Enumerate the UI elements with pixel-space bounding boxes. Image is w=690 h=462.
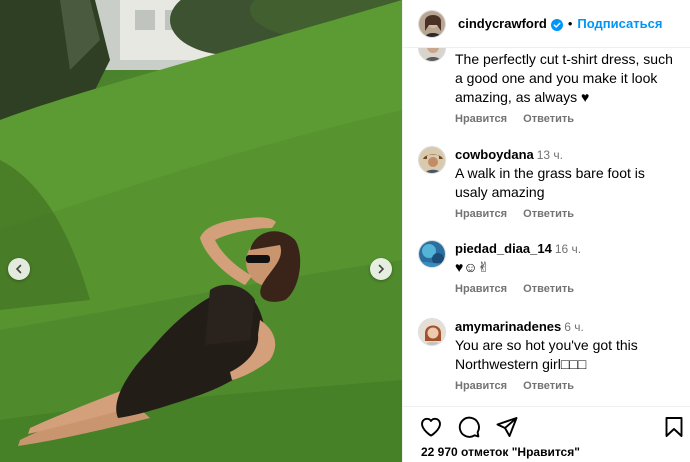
comment-like-button[interactable]: Нравится xyxy=(455,208,507,220)
comment-actions: Нравится Ответить xyxy=(455,380,681,392)
comment-text: You are so hot you've got this Northwest… xyxy=(455,337,638,372)
post-action-bar: 22 970 отметок "Нравится" xyxy=(403,406,690,462)
commenter-username[interactable]: cowboydana xyxy=(455,147,534,162)
comment-reply-button[interactable]: Ответить xyxy=(523,283,574,295)
comment-time[interactable]: 6 ч. xyxy=(564,320,584,334)
post-photo[interactable] xyxy=(0,0,402,462)
commenter-username[interactable]: amymarinadenes xyxy=(455,319,561,334)
commenter-avatar[interactable] xyxy=(418,318,446,346)
next-photo-button[interactable] xyxy=(370,258,392,280)
comment-reply-button[interactable]: Ответить xyxy=(523,208,574,220)
comments-list[interactable]: The perfectly cut t-shirt dress, such a … xyxy=(403,48,690,406)
comment-text: ♥☺✌ xyxy=(455,259,490,275)
comment-text: A walk in the grass bare foot is usaly a… xyxy=(455,165,645,200)
likes-count[interactable]: 22 970 отметок "Нравится" xyxy=(421,445,580,459)
photo-scene xyxy=(0,0,402,462)
comment-reply-button[interactable]: Ответить xyxy=(523,113,574,125)
commenter-avatar[interactable] xyxy=(418,240,446,268)
verified-badge-icon xyxy=(550,18,563,31)
heart-icon[interactable] xyxy=(419,415,443,439)
comment-actions: Нравится Ответить xyxy=(455,113,681,125)
author-username[interactable]: cindycrawford xyxy=(458,16,547,31)
commenter-username[interactable]: piedad_diaa_14 xyxy=(455,241,552,256)
comment-like-button[interactable]: Нравится xyxy=(455,283,507,295)
comment-actions: Нравится Ответить xyxy=(455,283,681,295)
commenter-avatar[interactable] xyxy=(418,48,446,62)
comment-icon[interactable] xyxy=(457,415,481,439)
chevron-right-icon xyxy=(378,264,385,274)
comment-like-button[interactable]: Нравится xyxy=(455,113,507,125)
chevron-left-icon xyxy=(15,264,22,274)
comment-like-button[interactable]: Нравится xyxy=(455,380,507,392)
prev-photo-button[interactable] xyxy=(8,258,30,280)
action-icons xyxy=(419,415,533,439)
post-header: cindycrawford • Подписаться xyxy=(403,0,690,48)
comment-time[interactable]: 13 ч. xyxy=(537,148,563,162)
commenter-avatar[interactable] xyxy=(418,146,446,174)
comment-time[interactable]: 16 ч. xyxy=(555,242,581,256)
comment-text: The perfectly cut t-shirt dress, such a … xyxy=(455,51,673,105)
separator-dot: • xyxy=(567,16,573,31)
post-side-panel: cindycrawford • Подписаться The perfectl… xyxy=(402,0,690,462)
follow-button[interactable]: Подписаться xyxy=(577,16,662,31)
comment-reply-button[interactable]: Ответить xyxy=(523,380,574,392)
author-avatar[interactable] xyxy=(418,9,446,38)
share-icon[interactable] xyxy=(495,415,519,439)
comment-actions: Нравится Ответить xyxy=(455,208,681,220)
bookmark-icon[interactable] xyxy=(662,415,686,439)
